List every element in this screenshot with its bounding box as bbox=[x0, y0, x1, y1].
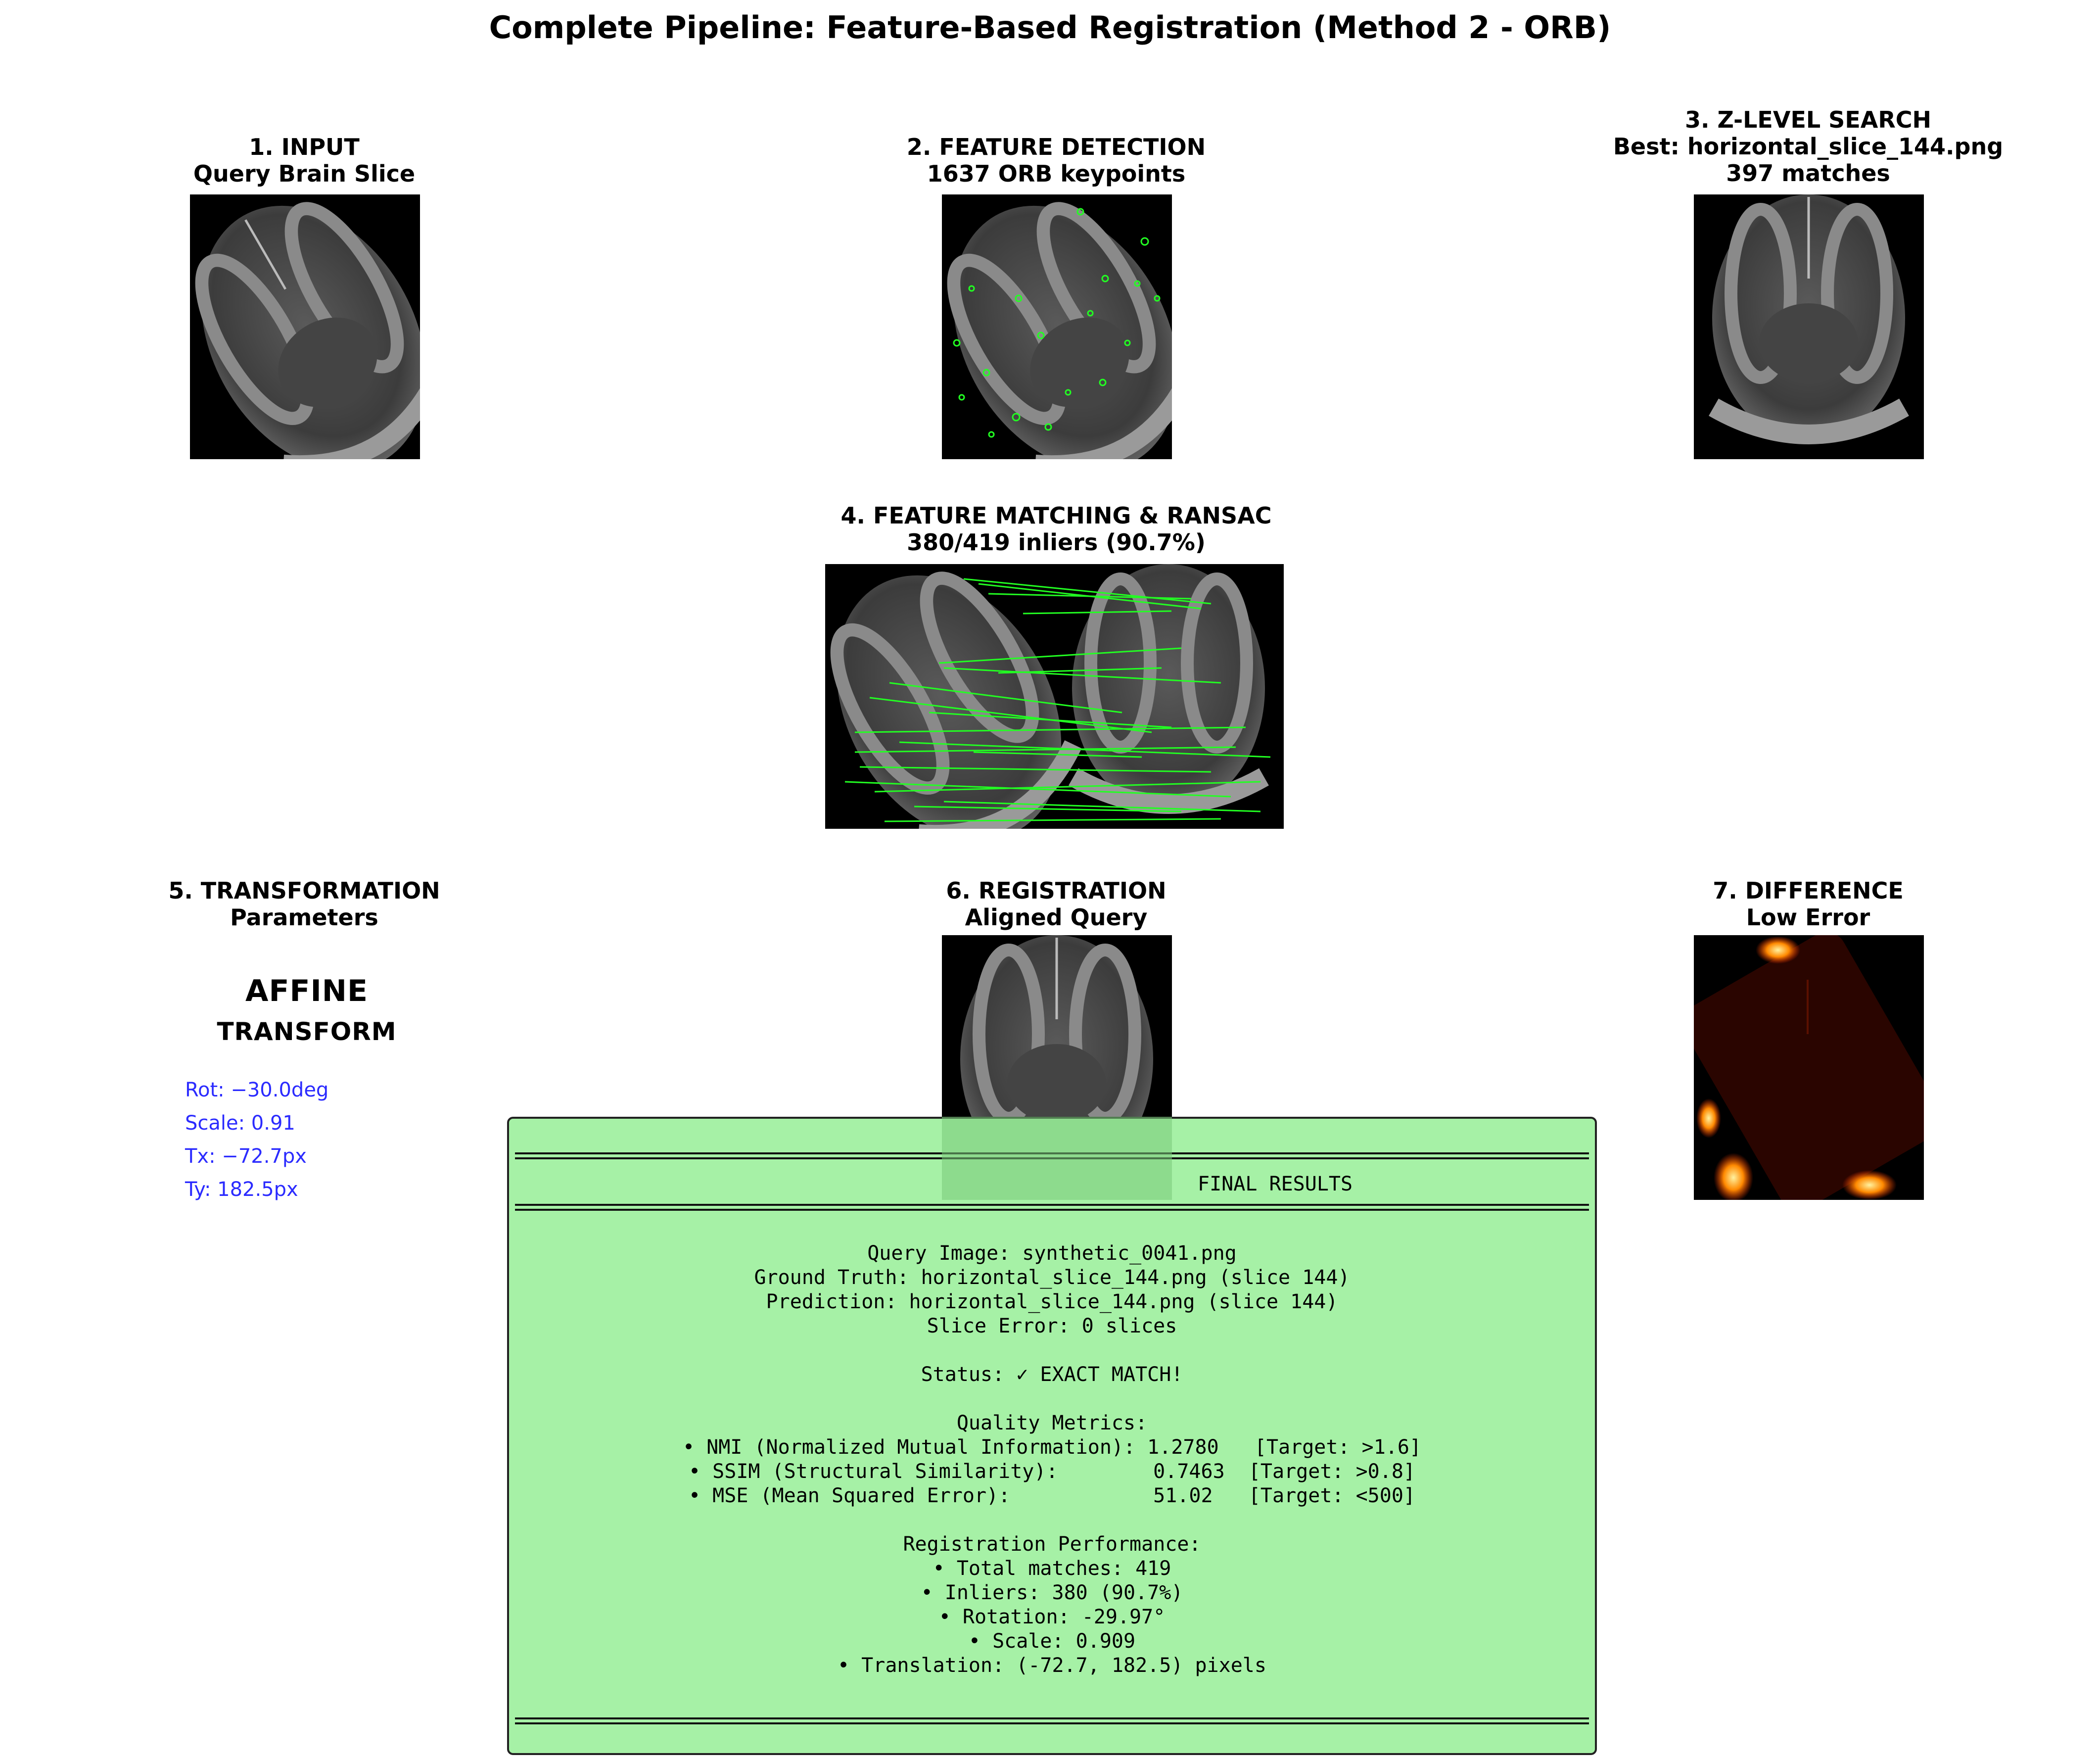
results-lines: Query Image: synthetic_0041.png Ground Tr… bbox=[509, 1241, 1595, 1678]
features-subtitle: 1637 ORB keypoints bbox=[927, 160, 1186, 187]
results-line bbox=[509, 1508, 1595, 1532]
ty-param: Ty: 182.5px bbox=[185, 1178, 298, 1201]
registration-subtitle: Aligned Query bbox=[965, 904, 1148, 931]
zsearch-subtitle-2: 397 matches bbox=[1726, 160, 1890, 187]
transform-params: Rot: −30.0deg Scale: 0.91 Tx: −72.7px Ty… bbox=[185, 1074, 328, 1206]
matching-panel-title: 4. FEATURE MATCHING & RANSAC 380/419 inl… bbox=[784, 502, 1328, 556]
transform-heading: TRANSFORM bbox=[217, 1017, 397, 1046]
zsearch-subtitle: Best: horizontal_slice_144.png bbox=[1613, 133, 2004, 160]
keypoints-drawing bbox=[947, 202, 1172, 459]
results-line bbox=[509, 1338, 1595, 1363]
results-line: • NMI (Normalized Mutual Information): 1… bbox=[682, 1436, 1422, 1459]
query-brain-image bbox=[190, 194, 420, 459]
zsearch-title: 3. Z-LEVEL SEARCH bbox=[1684, 106, 1932, 133]
transform-panel-title: 5. TRANSFORMATION Parameters bbox=[32, 877, 576, 931]
input-subtitle: Query Brain Slice bbox=[193, 160, 416, 187]
input-panel-title: 1. INPUT Query Brain Slice bbox=[32, 134, 576, 187]
keypoints-image bbox=[942, 194, 1172, 459]
matching-subtitle: 380/419 inliers (90.7%) bbox=[907, 529, 1206, 556]
results-line bbox=[509, 1387, 1595, 1411]
reference-slice-drawing bbox=[1709, 194, 1909, 444]
difference-title: 7. DIFFERENCE bbox=[1713, 877, 1904, 904]
transform-title: 5. TRANSFORMATION bbox=[168, 877, 440, 904]
results-line: Ground Truth: horizontal_slice_144.png (… bbox=[754, 1266, 1350, 1289]
difference-panel-title: 7. DIFFERENCE Low Error bbox=[1536, 877, 2080, 931]
rotation-param: Rot: −30.0deg bbox=[185, 1079, 329, 1101]
figure-title: Complete Pipeline: Feature-Based Registr… bbox=[489, 9, 1611, 46]
results-line: Slice Error: 0 slices bbox=[927, 1315, 1177, 1337]
scale-param: Scale: 0.91 bbox=[185, 1112, 295, 1135]
affine-heading: AFFINE bbox=[245, 974, 368, 1008]
difference-image bbox=[1694, 935, 1924, 1200]
registration-title: 6. REGISTRATION bbox=[946, 877, 1167, 904]
results-line: Query Image: synthetic_0041.png bbox=[867, 1242, 1237, 1265]
difference-subtitle: Low Error bbox=[1746, 904, 1870, 931]
difference-heatmap bbox=[1694, 935, 1924, 1200]
results-line: • MSE (Mean Squared Error): 51.02 [Targe… bbox=[688, 1484, 1415, 1507]
matching-title: 4. FEATURE MATCHING & RANSAC bbox=[840, 502, 1272, 529]
registration-panel-title: 6. REGISTRATION Aligned Query bbox=[784, 877, 1328, 931]
results-line: Quality Metrics: bbox=[956, 1412, 1148, 1434]
results-line: Prediction: horizontal_slice_144.png (sl… bbox=[766, 1290, 1338, 1313]
zsearch-panel-title: 3. Z-LEVEL SEARCH Best: horizontal_slice… bbox=[1536, 106, 2080, 187]
matches-drawing bbox=[830, 564, 1271, 829]
results-line: • Rotation: -29.97° bbox=[938, 1606, 1166, 1628]
features-title: 2. FEATURE DETECTION bbox=[906, 134, 1206, 160]
results-line: • Total matches: 419 bbox=[933, 1557, 1171, 1580]
tx-param: Tx: −72.7px bbox=[185, 1145, 307, 1168]
results-heading-rule bbox=[515, 1204, 1589, 1211]
reference-slice-image bbox=[1694, 194, 1924, 459]
results-line: • Translation: (-72.7, 182.5) pixels bbox=[838, 1654, 1266, 1677]
input-title: 1. INPUT bbox=[249, 134, 360, 160]
final-results-panel: FINAL RESULTS Query Image: synthetic_004… bbox=[507, 1117, 1597, 1755]
matches-image bbox=[825, 564, 1284, 829]
transform-subtitle: Parameters bbox=[230, 904, 378, 931]
results-bottom-rule bbox=[515, 1717, 1589, 1724]
results-line: • Inliers: 380 (90.7%) bbox=[921, 1581, 1183, 1604]
results-line: • SSIM (Structural Similarity): 0.7463 [… bbox=[688, 1460, 1415, 1483]
results-heading: FINAL RESULTS bbox=[1198, 1173, 1353, 1195]
results-line: • Scale: 0.909 bbox=[968, 1630, 1136, 1653]
results-line: Registration Performance: bbox=[903, 1533, 1201, 1556]
query-brain-drawing bbox=[195, 202, 420, 459]
results-line: Status: ✓ EXACT MATCH! bbox=[921, 1363, 1183, 1386]
image-overlap-tint bbox=[942, 1117, 1172, 1200]
features-panel-title: 2. FEATURE DETECTION 1637 ORB keypoints bbox=[784, 134, 1328, 187]
